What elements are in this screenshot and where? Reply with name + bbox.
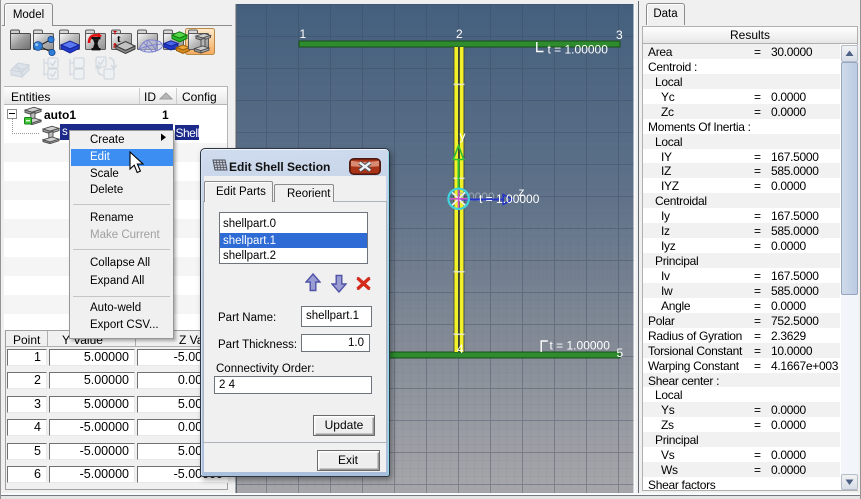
svg-text:t = 1.00000: t = 1.00000: [548, 43, 609, 57]
svg-text:y: y: [460, 129, 466, 143]
svg-text:t = 1.00000: t = 1.00000: [550, 339, 611, 353]
svg-text:t = 1.00000: t = 1.00000: [479, 192, 540, 206]
svg-text:4: 4: [457, 342, 464, 356]
svg-text:1: 1: [300, 27, 307, 41]
svg-text:3: 3: [616, 28, 623, 42]
svg-text:2: 2: [456, 27, 463, 41]
svg-text:5: 5: [617, 346, 624, 360]
svg-text:t: t: [117, 33, 121, 45]
